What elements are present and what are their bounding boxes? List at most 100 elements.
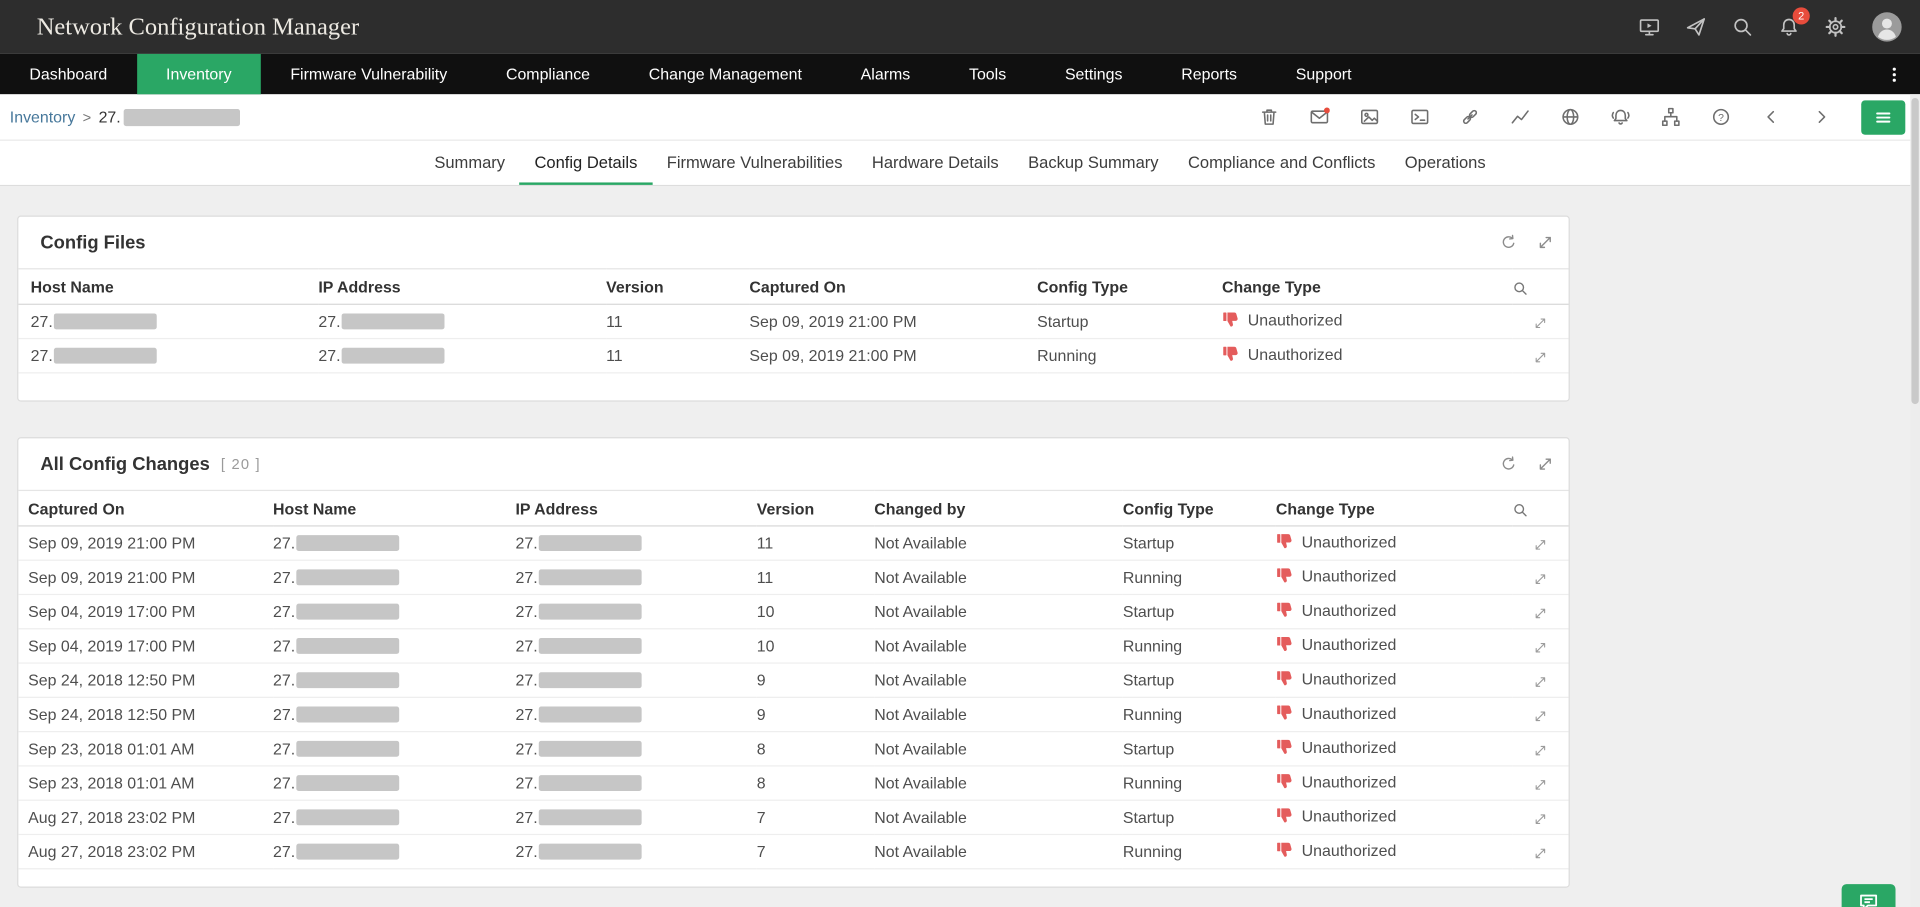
- captured-on-cell: Sep 23, 2018 01:01 AM: [18, 766, 273, 800]
- chevron-right-icon[interactable]: [1811, 107, 1832, 128]
- table-row[interactable]: Sep 23, 2018 01:01 AM 27. 27. 8 Not Avai…: [18, 766, 1568, 800]
- table-row[interactable]: 27. 27. 11 Sep 09, 2019 21:00 PM Running…: [18, 339, 1568, 373]
- table-row[interactable]: 27. 27. 11 Sep 09, 2019 21:00 PM Startup…: [18, 304, 1568, 338]
- table-search-icon[interactable]: [1512, 280, 1528, 296]
- table-row[interactable]: Sep 09, 2019 21:00 PM 27. 27. 11 Not Ava…: [18, 526, 1568, 560]
- help-icon[interactable]: ?: [1711, 107, 1732, 128]
- table-search-icon[interactable]: [1512, 501, 1528, 517]
- notifications-bell-icon[interactable]: 2: [1778, 16, 1800, 38]
- refresh-icon[interactable]: [1500, 234, 1517, 251]
- panel-actions: [1500, 234, 1554, 251]
- vertical-scrollbar[interactable]: [1910, 94, 1920, 907]
- redacted-ip-address: [539, 844, 642, 860]
- device-toolbar: ?: [1259, 100, 1906, 134]
- config-changes-panel: All Config Changes [ 20 ] Captured On: [17, 437, 1570, 888]
- nav-item-inventory[interactable]: Inventory: [137, 54, 261, 94]
- table-row[interactable]: Aug 27, 2018 23:02 PM 27. 27. 7 Not Avai…: [18, 834, 1568, 868]
- config-type-cell: Startup: [1123, 526, 1276, 560]
- redacted-host-name: [296, 775, 399, 791]
- row-expand-icon[interactable]: [1533, 350, 1548, 365]
- redacted-ip-address: [342, 348, 445, 364]
- host-name-prefix: 27.: [273, 774, 295, 792]
- delete-icon[interactable]: [1259, 107, 1280, 128]
- screen-share-icon[interactable]: [1638, 16, 1660, 38]
- row-expand-icon[interactable]: [1533, 743, 1548, 758]
- nav-item-tools[interactable]: Tools: [940, 54, 1036, 94]
- chevron-left-icon[interactable]: [1761, 107, 1782, 128]
- table-row[interactable]: Sep 09, 2019 21:00 PM 27. 27. 11 Not Ava…: [18, 560, 1568, 594]
- chat-feedback-button[interactable]: [1842, 884, 1896, 907]
- device-tabbar: Summary Config Details Firmware Vulnerab…: [0, 141, 1920, 186]
- row-expand-icon[interactable]: [1533, 811, 1548, 826]
- search-icon[interactable]: [1731, 16, 1753, 38]
- alarm-icon[interactable]: [1610, 107, 1631, 128]
- row-expand-icon[interactable]: [1533, 708, 1548, 723]
- link-icon[interactable]: [1460, 107, 1481, 128]
- version-cell: 8: [757, 732, 875, 766]
- change-type-label: Unauthorized: [1302, 669, 1397, 687]
- breadcrumb-inventory-link[interactable]: Inventory: [10, 108, 75, 126]
- redacted-host-name: [296, 604, 399, 620]
- config-changes-header: All Config Changes [ 20 ]: [18, 438, 1568, 489]
- config-type-cell: Running: [1123, 766, 1276, 800]
- row-expand-icon[interactable]: [1533, 640, 1548, 655]
- tab-hardware-details[interactable]: Hardware Details: [857, 141, 1013, 185]
- captured-on-cell: Aug 27, 2018 23:02 PM: [18, 834, 273, 868]
- snapshot-icon[interactable]: [1359, 107, 1380, 128]
- settings-gear-icon[interactable]: [1824, 16, 1846, 38]
- row-expand-icon[interactable]: [1533, 315, 1548, 330]
- redacted-host-name: [54, 348, 157, 364]
- table-row[interactable]: Sep 24, 2018 12:50 PM 27. 27. 9 Not Avai…: [18, 663, 1568, 697]
- host-name-prefix: 27.: [273, 568, 295, 586]
- redacted-host-name: [296, 672, 399, 688]
- table-row[interactable]: Aug 27, 2018 23:02 PM 27. 27. 7 Not Avai…: [18, 800, 1568, 834]
- expand-panel-icon[interactable]: [1537, 456, 1554, 473]
- topology-icon[interactable]: [1660, 107, 1681, 128]
- nav-item-support[interactable]: Support: [1266, 54, 1381, 94]
- table-row[interactable]: Sep 24, 2018 12:50 PM 27. 27. 9 Not Avai…: [18, 697, 1568, 731]
- user-avatar[interactable]: [1871, 11, 1903, 43]
- row-expand-icon[interactable]: [1533, 674, 1548, 689]
- tab-compliance-and-conflicts[interactable]: Compliance and Conflicts: [1173, 141, 1390, 185]
- scrollbar-thumb[interactable]: [1911, 98, 1918, 404]
- tab-backup-summary[interactable]: Backup Summary: [1013, 141, 1173, 185]
- row-expand-icon[interactable]: [1533, 846, 1548, 861]
- version-cell: 9: [757, 663, 875, 697]
- refresh-icon[interactable]: [1500, 456, 1517, 473]
- version-cell: 9: [757, 697, 875, 731]
- expand-panel-icon[interactable]: [1537, 234, 1554, 251]
- nav-item-dashboard[interactable]: Dashboard: [0, 54, 137, 94]
- tab-operations[interactable]: Operations: [1390, 141, 1500, 185]
- rocket-icon[interactable]: [1685, 16, 1707, 38]
- change-type-label: Unauthorized: [1302, 635, 1397, 653]
- tab-config-details[interactable]: Config Details: [520, 141, 652, 185]
- table-row[interactable]: Sep 04, 2019 17:00 PM 27. 27. 10 Not Ava…: [18, 629, 1568, 663]
- nav-item-firmware-vulnerability[interactable]: Firmware Vulnerability: [261, 54, 477, 94]
- globe-icon[interactable]: [1560, 107, 1581, 128]
- host-name-prefix: 27.: [273, 808, 295, 826]
- table-row[interactable]: Sep 23, 2018 01:01 AM 27. 27. 8 Not Avai…: [18, 732, 1568, 766]
- redacted-host-name: [296, 741, 399, 757]
- col-host-name: Host Name: [18, 269, 318, 305]
- kebab-menu-icon[interactable]: [1869, 54, 1920, 94]
- row-expand-icon[interactable]: [1533, 537, 1548, 552]
- version-cell: 7: [757, 800, 875, 834]
- row-expand-icon[interactable]: [1533, 777, 1548, 792]
- nav-item-reports[interactable]: Reports: [1152, 54, 1267, 94]
- tab-firmware-vulnerabilities[interactable]: Firmware Vulnerabilities: [652, 141, 857, 185]
- terminal-icon[interactable]: [1409, 107, 1430, 128]
- menu-icon[interactable]: [1861, 100, 1905, 134]
- line-chart-icon[interactable]: [1510, 107, 1531, 128]
- row-expand-icon[interactable]: [1533, 606, 1548, 621]
- captured-on-cell: Sep 04, 2019 17:00 PM: [18, 594, 273, 628]
- mail-icon[interactable]: [1309, 107, 1330, 128]
- nav-item-settings[interactable]: Settings: [1036, 54, 1152, 94]
- tab-summary[interactable]: Summary: [420, 141, 520, 185]
- nav-item-compliance[interactable]: Compliance: [477, 54, 620, 94]
- row-expand-icon[interactable]: [1533, 571, 1548, 586]
- panel-title: All Config Changes: [40, 454, 209, 475]
- ip-address-prefix: 27.: [516, 705, 538, 723]
- table-row[interactable]: Sep 04, 2019 17:00 PM 27. 27. 10 Not Ava…: [18, 594, 1568, 628]
- nav-item-change-management[interactable]: Change Management: [619, 54, 831, 94]
- nav-item-alarms[interactable]: Alarms: [831, 54, 939, 94]
